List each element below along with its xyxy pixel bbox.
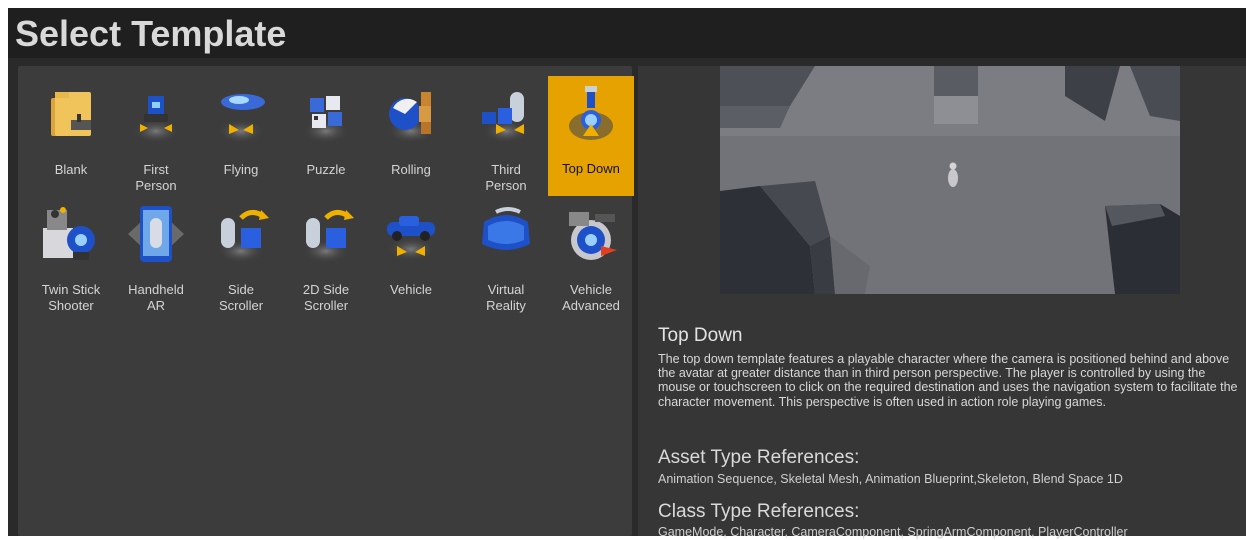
asset-references-list: Animation Sequence, Skeletal Mesh, Anima…: [658, 472, 1123, 486]
template-label: First Person: [135, 162, 177, 193]
template-label: Handheld AR: [128, 282, 184, 313]
top-down-icon: [561, 84, 621, 144]
template-title: Top Down: [658, 325, 743, 346]
template-label: Flying: [223, 162, 259, 177]
side-scroller-icon: [211, 204, 271, 264]
template-label: Twin Stick Shooter: [41, 282, 101, 313]
template-tile-1[interactable]: First Person: [113, 76, 199, 196]
flying-icon: [211, 84, 271, 144]
class-references-list: GameMode, Character, CameraComponent, Sp…: [658, 525, 1128, 539]
template-label: Side Scroller: [218, 282, 264, 313]
handheld-ar-icon: [126, 204, 186, 264]
2d-side-scroller-icon: [296, 204, 356, 264]
template-label: Virtual Reality: [486, 282, 526, 313]
template-tile-5[interactable]: Third Person: [463, 76, 549, 196]
puzzle-icon: [296, 84, 356, 144]
template-dialog: Select Template Blank First Person Flying P…: [8, 8, 1246, 539]
vehicle-advanced-icon: [561, 204, 621, 264]
template-label: Rolling: [391, 162, 431, 177]
third-person-icon: [476, 84, 536, 144]
folder-icon: [41, 84, 101, 144]
template-tile-7[interactable]: Twin Stick Shooter: [28, 196, 114, 316]
asset-references-heading: Asset Type References:: [658, 447, 860, 468]
template-preview-image: [720, 66, 1180, 294]
template-tile-13[interactable]: Vehicle Advanced: [548, 196, 634, 316]
template-tile-12[interactable]: Virtual Reality: [463, 196, 549, 316]
template-tile-3[interactable]: Puzzle: [283, 76, 369, 196]
template-description: The top down template features a playabl…: [658, 352, 1238, 409]
template-tile-8[interactable]: Handheld AR: [113, 196, 199, 316]
first-person-icon: [126, 84, 186, 144]
template-label: Third Person: [485, 162, 527, 193]
dialog-title: Select Template: [15, 13, 287, 54]
template-tile-9[interactable]: Side Scroller: [198, 196, 284, 316]
template-tile-10[interactable]: 2D Side Scroller: [283, 196, 369, 316]
template-tile-4[interactable]: Rolling: [368, 76, 454, 196]
template-tile-2[interactable]: Flying: [198, 76, 284, 196]
title-bar: Select Template: [8, 8, 1246, 58]
template-tile-0[interactable]: Blank: [28, 76, 114, 196]
vr-headset-icon: [476, 204, 536, 264]
rolling-icon: [381, 84, 441, 144]
top-down-scene: [720, 66, 1180, 294]
template-tile-11[interactable]: Vehicle: [368, 196, 454, 316]
template-label: Vehicle Advanced: [562, 282, 620, 313]
template-label: Vehicle: [390, 282, 432, 297]
template-tile-6[interactable]: Top Down: [548, 76, 634, 196]
twin-stick-icon: [41, 204, 101, 264]
template-details: Top Down The top down template features …: [638, 66, 1246, 539]
vehicle-icon: [381, 204, 441, 264]
template-label: Blank: [54, 162, 88, 177]
template-label: Puzzle: [306, 162, 346, 177]
class-references-heading: Class Type References:: [658, 501, 860, 522]
template-label: Top Down: [562, 161, 620, 176]
template-grid: Blank First Person Flying Puzzle Rolling Thir…: [18, 66, 634, 536]
template-label: 2D Side Scroller: [302, 282, 350, 313]
